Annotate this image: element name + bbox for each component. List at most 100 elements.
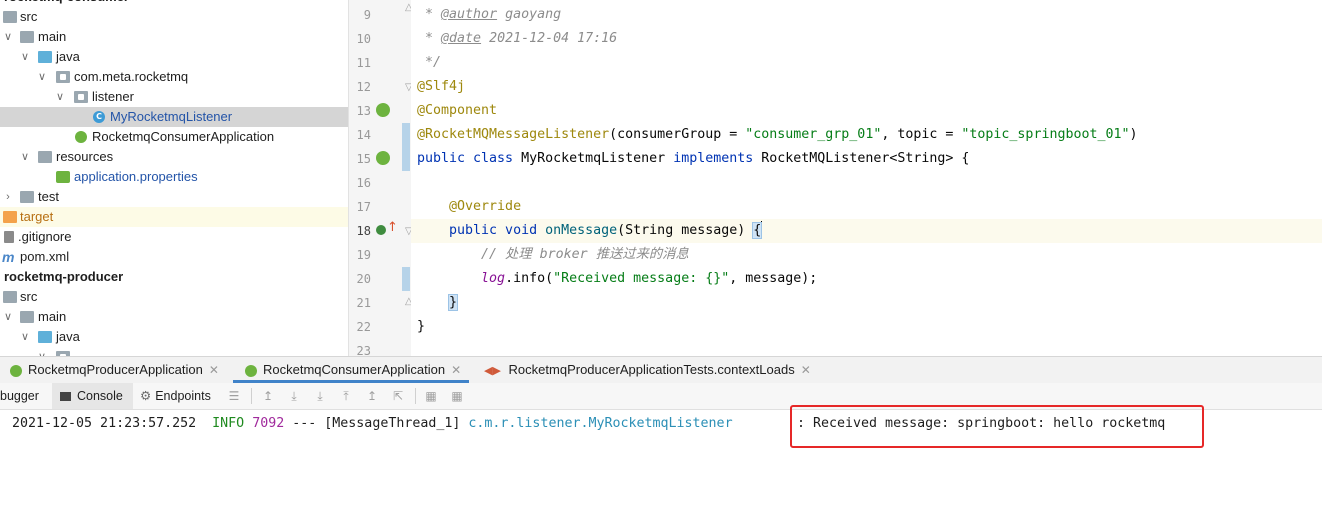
chevron-down-icon[interactable]: ∨ (2, 27, 14, 47)
tree-item-label: java (56, 329, 80, 344)
code-text: (String message) (617, 223, 754, 238)
code-text: .info( (505, 271, 554, 286)
tree-item-resources[interactable]: ∨ resources (0, 147, 348, 167)
vcs-change-marker[interactable] (402, 267, 410, 291)
tree-item-partial[interactable]: ∨ (0, 347, 348, 356)
doc-comment: * (417, 31, 442, 46)
close-icon[interactable]: ✕ (801, 363, 811, 377)
folder-icon (3, 291, 17, 303)
chevron-down-icon[interactable]: ∨ (19, 47, 31, 67)
code-editor[interactable]: * @author gaoyang * @date 2021-12-04 17:… (411, 0, 1322, 356)
run-tab-producer-tests[interactable]: ◀▶ RocketmqProducerApplicationTests.cont… (484, 357, 811, 383)
close-icon[interactable]: ✕ (209, 363, 219, 377)
table-icon[interactable]: ▦ (425, 390, 437, 402)
tree-item-package[interactable]: ∨ com.meta.rocketmq (0, 67, 348, 87)
folder-icon (20, 311, 34, 323)
spring-bean-icon[interactable] (376, 103, 390, 117)
code-text: , message); (729, 271, 818, 286)
spring-boot-class-icon (75, 131, 87, 143)
override-arrow-icon[interactable]: ↑ (387, 220, 398, 235)
chevron-down-icon[interactable]: ∨ (2, 307, 14, 327)
chevron-down-icon[interactable]: ∨ (36, 347, 48, 356)
tree-item-main[interactable]: ∨ main (0, 27, 348, 47)
keyword: public class (417, 151, 514, 166)
tree-item-label: rocketmq-producer (4, 269, 124, 284)
package-icon (74, 91, 88, 103)
source-folder-icon (38, 331, 52, 343)
run-tab-consumer-application[interactable]: RocketmqConsumerApplication ✕ (233, 357, 470, 383)
export-icon[interactable]: ↥ (366, 390, 378, 402)
maven-icon: m (2, 249, 15, 265)
line-number: 13 (356, 104, 371, 118)
code-line-14: @RocketMQMessageListener(consumerGroup =… (417, 123, 1138, 147)
properties-file-icon (56, 171, 70, 183)
tree-item-label: com.meta.rocketmq (74, 69, 189, 84)
tree-item-pom[interactable]: m pom.xml (0, 247, 348, 267)
tree-item-java[interactable]: ∨ java (0, 327, 348, 347)
test-run-icon: ◀▶ (484, 365, 501, 377)
tab-label: bugger (0, 389, 39, 403)
log-line: 2021-12-05 21:23:57.252 INFO 7092 --- [M… (12, 414, 733, 434)
tree-item-application-properties[interactable]: application.properties (0, 167, 348, 187)
vcs-change-marker[interactable] (402, 123, 410, 171)
scroll-up-icon[interactable]: ↥ (262, 390, 274, 402)
string-literal: "consumer_grp_01" (745, 127, 882, 142)
tree-item-src[interactable]: src (0, 287, 348, 307)
upload-icon[interactable]: ⤒ (340, 390, 352, 402)
console-icon (60, 392, 71, 401)
endpoints-tab[interactable]: ⚙ Endpoints (140, 383, 211, 409)
line-number: 11 (356, 56, 371, 70)
layout-icon[interactable]: ▦ (451, 390, 463, 402)
close-icon[interactable]: ✕ (451, 363, 461, 377)
run-tab-label: RocketmqProducerApplicationTests.context… (508, 362, 795, 377)
doc-comment: 2021-12-04 17:16 (481, 31, 618, 46)
file-icon (4, 231, 14, 243)
chevron-down-icon[interactable]: ∨ (19, 147, 31, 167)
code-line-19: // 处理 broker 推送过来的消息 (417, 247, 689, 262)
menu-icon[interactable]: ☰ (228, 390, 240, 402)
line-number: 15 (356, 152, 371, 166)
chevron-down-icon[interactable]: ∨ (19, 327, 31, 347)
download-alt-icon[interactable]: ⤓ (314, 390, 326, 402)
log-logger: c.m.r.listener.MyRocketmqListener (468, 416, 733, 431)
tree-item-java[interactable]: ∨ java (0, 47, 348, 67)
log-separator: --- (292, 416, 317, 431)
chevron-right-icon[interactable]: › (2, 187, 14, 207)
console-tab[interactable]: Console (52, 383, 133, 409)
line-number: 20 (356, 272, 371, 286)
tree-item-target[interactable]: target (0, 207, 348, 227)
chevron-down-icon[interactable]: ∨ (54, 87, 66, 107)
download-icon[interactable]: ⤓ (288, 390, 300, 402)
code-text: ) (1129, 127, 1138, 142)
tree-item-label: resources (56, 149, 114, 164)
tree-root-producer[interactable]: rocketmq-producer (0, 267, 348, 287)
tree-item-myrocketmqlistener[interactable]: C MyRocketmqListener (0, 107, 348, 127)
run-tab-label: RocketmqConsumerApplication (263, 362, 446, 377)
tree-item-listener[interactable]: ∨ listener (0, 87, 348, 107)
tab-label: Endpoints (155, 389, 211, 403)
code-line-20: log.info("Received message: {}", message… (417, 267, 817, 291)
code-text: (consumerGroup = (609, 127, 746, 142)
tree-item-consumer-application[interactable]: RocketmqConsumerApplication (0, 127, 348, 147)
tree-item-test[interactable]: › test (0, 187, 348, 207)
tree-item-label: RocketmqConsumerApplication (92, 129, 275, 144)
run-tab-producer-application[interactable]: RocketmqProducerApplication ✕ (10, 357, 219, 383)
chevron-down-icon[interactable]: ∨ (36, 67, 48, 87)
tree-item-gitignore[interactable]: .gitignore (0, 227, 348, 247)
text-caret (761, 221, 763, 237)
pointer-icon[interactable]: ⇱ (392, 390, 404, 402)
tree-root-consumer[interactable]: rocketmq-consumer (0, 0, 348, 7)
debugger-tab[interactable]: bugger (0, 383, 39, 409)
line-number: 17 (356, 200, 371, 214)
tree-item-label: src (20, 9, 38, 24)
tree-item-label: src (20, 289, 38, 304)
code-line-13: @Component (417, 103, 498, 118)
tree-item-src[interactable]: src (0, 7, 348, 27)
tree-item-label: pom.xml (20, 249, 70, 264)
implements-icon[interactable] (376, 151, 390, 165)
implement-method-icon[interactable] (376, 225, 386, 235)
tree-root-label: rocketmq-consumer (4, 0, 129, 7)
package-icon (56, 71, 70, 83)
tree-item-main[interactable]: ∨ main (0, 307, 348, 327)
